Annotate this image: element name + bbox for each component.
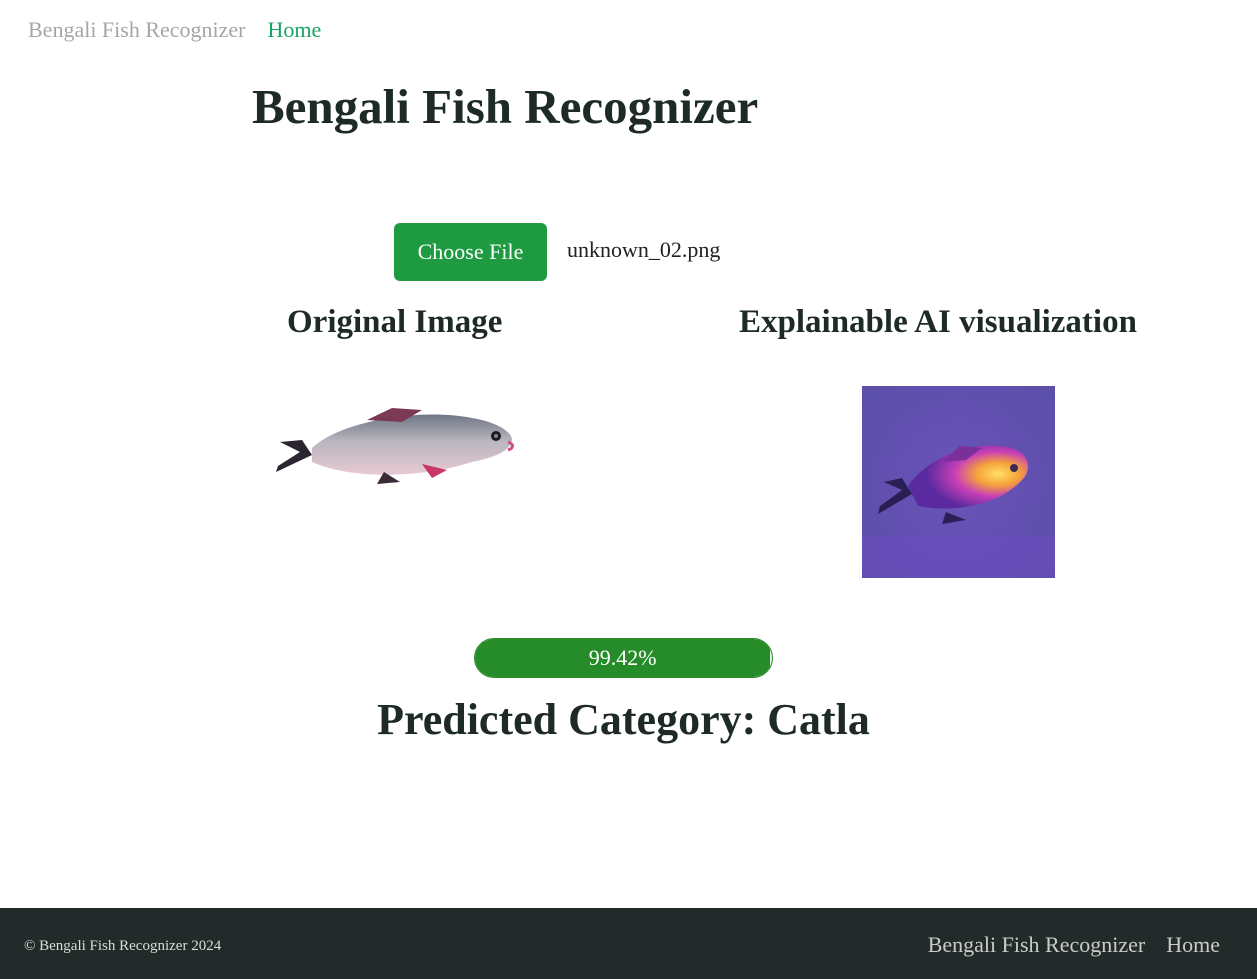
page-title: Bengali Fish Recognizer — [252, 79, 759, 134]
nav-home-link[interactable]: Home — [268, 17, 322, 43]
footer-home-link[interactable]: Home — [1166, 932, 1220, 958]
xai-heatmap-image — [862, 386, 1055, 578]
selected-file-name: unknown_02.png — [567, 237, 721, 262]
confidence-progress-fill: 99.42% — [475, 639, 771, 677]
xai-visualization-heading: Explainable AI visualization — [739, 304, 1137, 340]
footer-nav: Bengali Fish Recognizer Home — [928, 932, 1220, 958]
confidence-progress-bar: 99.42% — [474, 638, 773, 678]
confidence-label: 99.42% — [588, 645, 657, 670]
predicted-category: Predicted Category: Catla — [377, 695, 870, 744]
original-image-heading: Original Image — [287, 304, 503, 340]
footer-brand-link[interactable]: Bengali Fish Recognizer — [928, 932, 1146, 958]
original-fish-image — [276, 408, 514, 484]
choose-file-button[interactable]: Choose File — [394, 223, 547, 281]
top-navbar: Bengali Fish Recognizer Home — [28, 16, 321, 44]
footer: © Bengali Fish Recognizer 2024 Bengali F… — [0, 908, 1257, 979]
navbar-brand[interactable]: Bengali Fish Recognizer — [28, 17, 246, 43]
footer-copyright: © Bengali Fish Recognizer 2024 — [24, 938, 222, 954]
